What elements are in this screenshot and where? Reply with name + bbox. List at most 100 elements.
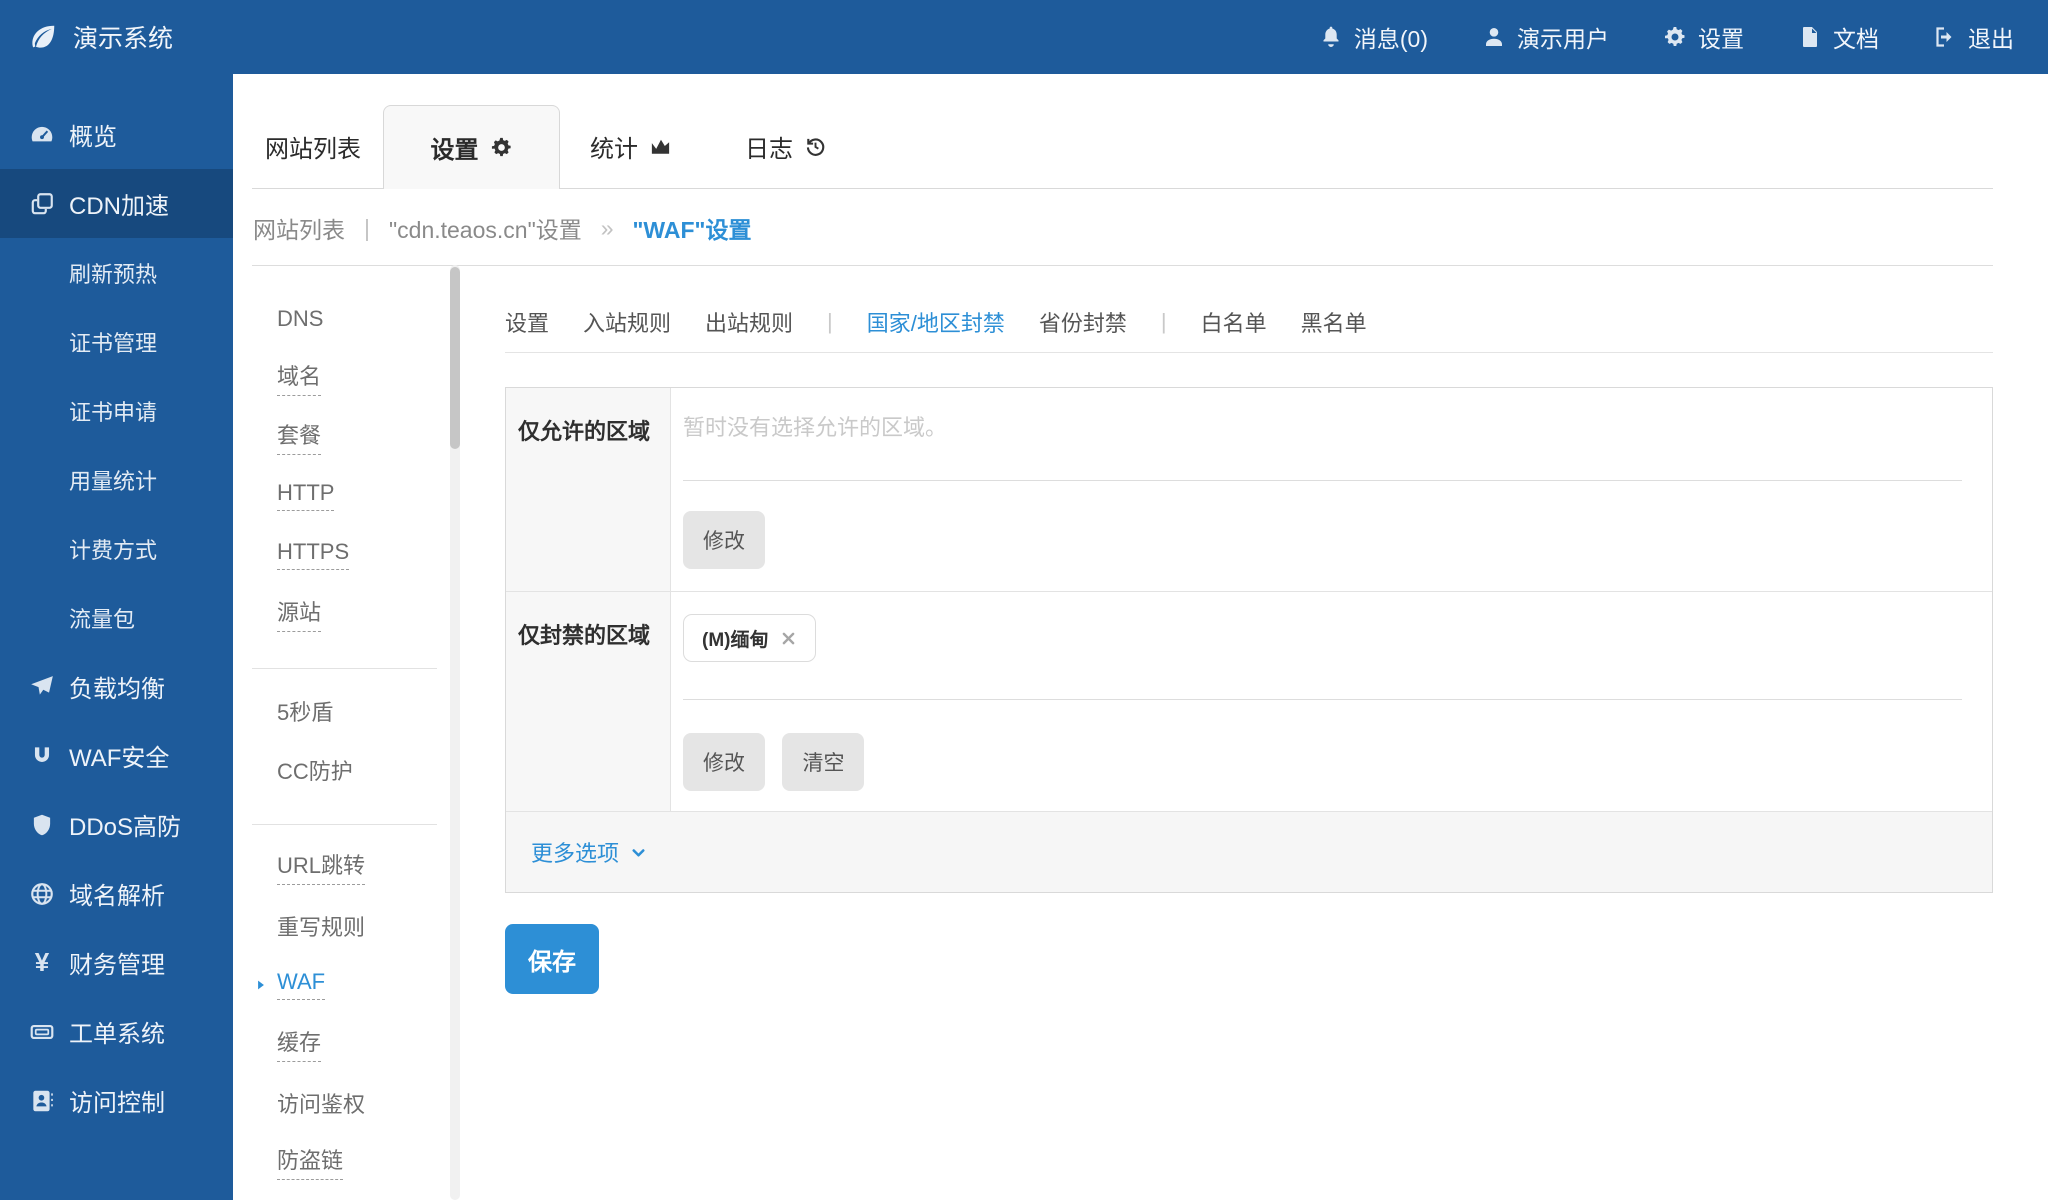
settings-nav: DNS 域名 套餐 HTTP HTTPS 源站 5秒盾 CC防护 URL跳转 重…	[252, 289, 437, 1191]
logout-label: 退出	[1968, 20, 2014, 54]
allowed-regions-row: 仅允许的区域 暂时没有选择允许的区域。 修改	[506, 388, 1992, 591]
nav-label: CC防护	[277, 754, 353, 786]
rule-tab-outbound[interactable]: 出站规则	[705, 306, 793, 338]
rule-tabs-divider	[505, 352, 1993, 353]
user-menu-item[interactable]: 演示用户	[1482, 20, 1609, 54]
sidebar-label: DDoS高防	[69, 807, 181, 842]
sidebar-subitem-cert-manage[interactable]: 证书管理	[0, 307, 233, 376]
nav-group-divider	[252, 824, 437, 825]
settings-nav-dns[interactable]: DNS	[252, 289, 437, 348]
sidebar-item-dns[interactable]: 域名解析	[0, 859, 233, 928]
settings-label: 设置	[1698, 20, 1744, 54]
tab-stats[interactable]: 统计	[590, 105, 672, 188]
settings-nav-https[interactable]: HTTPS	[252, 525, 437, 584]
rule-tab-settings[interactable]: 设置	[505, 306, 549, 338]
sidebar-item-ddos[interactable]: DDoS高防	[0, 790, 233, 859]
user-icon	[1482, 25, 1506, 49]
sidebar-item-finance[interactable]: ¥ 财务管理	[0, 928, 233, 997]
gear-icon	[490, 136, 513, 159]
scrollbar-thumb[interactable]	[450, 267, 460, 449]
waf-rule-tabs: 设置 入站规则 出站规则 | 国家/地区封禁 省份封禁 | 白名单 黑名单	[505, 302, 1993, 342]
nav-label: 访问鉴权	[277, 1087, 365, 1119]
nav-label: 域名	[277, 359, 321, 396]
yen-icon: ¥	[35, 947, 49, 978]
dashboard-icon	[29, 122, 55, 148]
sidebar-subitem-billing[interactable]: 计费方式	[0, 514, 233, 583]
sidebar-subitem-traffic-pack[interactable]: 流量包	[0, 583, 233, 652]
breadcrumb-divider	[252, 265, 1993, 266]
nav-label: 套餐	[277, 418, 321, 455]
settings-nav-5s-shield[interactable]: 5秒盾	[252, 681, 437, 740]
messages-menu-item[interactable]: 消息(0)	[1319, 20, 1428, 54]
rule-tab-whitelist[interactable]: 白名单	[1201, 306, 1267, 338]
remove-tag-icon[interactable]	[780, 630, 797, 647]
screen: 演示系统 消息(0) 演示用户 设置 文档 退出	[0, 0, 2048, 1200]
sidebar-label: 负载均衡	[69, 669, 165, 704]
settings-nav-url-redirect[interactable]: URL跳转	[252, 837, 437, 896]
docs-menu-item[interactable]: 文档	[1798, 20, 1879, 54]
rule-tab-blacklist[interactable]: 黑名单	[1301, 306, 1367, 338]
brand-title: 演示系统	[73, 19, 173, 55]
paper-plane-icon	[29, 674, 55, 700]
settings-menu-item[interactable]: 设置	[1663, 20, 1744, 54]
rule-tab-country-block[interactable]: 国家/地区封禁	[867, 306, 1005, 338]
tab-logs[interactable]: 日志	[745, 105, 827, 188]
sidebar-item-waf[interactable]: WAF安全	[0, 721, 233, 790]
sidebar-label: 访问控制	[69, 1083, 165, 1118]
waf-content: 设置 入站规则 出站规则 | 国家/地区封禁 省份封禁 | 白名单 黑名单 仅允…	[505, 289, 1993, 994]
save-button[interactable]: 保存	[505, 924, 599, 994]
leaf-icon	[28, 22, 58, 52]
sidebar-subitem-refresh[interactable]: 刷新预热	[0, 238, 233, 307]
chevron-down-icon	[629, 843, 648, 862]
blocked-modify-button[interactable]: 修改	[683, 733, 765, 791]
blocked-regions-value: (M)缅甸 修改 清空	[671, 592, 1992, 811]
tab-label: 网站列表	[265, 129, 361, 164]
breadcrumb-site-list[interactable]: 网站列表	[253, 211, 345, 245]
blocked-region-tags: (M)缅甸	[683, 614, 1962, 662]
settings-nav-cc[interactable]: CC防护	[252, 740, 437, 799]
settings-nav-origin[interactable]: 源站	[252, 584, 437, 643]
logout-icon	[1933, 25, 1957, 49]
settings-nav-domain[interactable]: 域名	[252, 348, 437, 407]
docs-label: 文档	[1833, 20, 1879, 54]
tab-settings[interactable]: 设置	[383, 105, 560, 189]
sidebar-label: WAF安全	[69, 738, 169, 773]
address-book-icon	[29, 1088, 55, 1114]
nav-label: HTTP	[277, 480, 334, 511]
breadcrumb-current-waf[interactable]: "WAF"设置	[633, 211, 752, 245]
settings-nav-waf[interactable]: WAF	[252, 955, 437, 1014]
sidebar-item-tickets[interactable]: 工单系统	[0, 997, 233, 1066]
more-options-row: 更多选项	[506, 811, 1992, 892]
rule-tab-inbound[interactable]: 入站规则	[583, 306, 671, 338]
brand-logo[interactable]: 演示系统	[28, 19, 173, 55]
settings-nav-cache[interactable]: 缓存	[252, 1014, 437, 1073]
settings-nav-plan[interactable]: 套餐	[252, 407, 437, 466]
nav-label: 源站	[277, 595, 321, 632]
allowed-regions-input-underline	[683, 480, 1962, 481]
settings-nav-hotlink[interactable]: 防盗链	[252, 1132, 437, 1191]
sidebar-item-access-control[interactable]: 访问控制	[0, 1066, 233, 1135]
sidebar-item-load-balance[interactable]: 负载均衡	[0, 652, 233, 721]
user-label: 演示用户	[1517, 20, 1609, 54]
scrollbar-track[interactable]	[450, 265, 460, 1200]
logout-menu-item[interactable]: 退出	[1933, 20, 2014, 54]
blocked-clear-button[interactable]: 清空	[782, 733, 864, 791]
blocked-regions-input-underline	[683, 699, 1962, 700]
settings-nav-auth[interactable]: 访问鉴权	[252, 1073, 437, 1132]
sidebar-subitem-cert-apply[interactable]: 证书申请	[0, 376, 233, 445]
breadcrumb-domain-settings[interactable]: "cdn.teaos.cn"设置	[389, 211, 582, 245]
navbar-menu: 消息(0) 演示用户 设置 文档 退出	[1319, 20, 2014, 54]
allowed-regions-label: 仅允许的区域	[506, 388, 671, 591]
settings-nav-http[interactable]: HTTP	[252, 466, 437, 525]
sidebar-subitem-usage[interactable]: 用量统计	[0, 445, 233, 514]
rule-tab-province-block[interactable]: 省份封禁	[1039, 306, 1127, 338]
blocked-region-tag-myanmar[interactable]: (M)缅甸	[683, 614, 816, 662]
settings-nav-rewrite[interactable]: 重写规则	[252, 896, 437, 955]
more-options-link[interactable]: 更多选项	[531, 836, 648, 868]
ticket-icon	[29, 1019, 55, 1045]
sidebar-item-cdn[interactable]: CDN加速	[0, 169, 233, 238]
blocked-regions-row: 仅封禁的区域 (M)缅甸 修改 清空	[506, 591, 1992, 811]
allowed-modify-button[interactable]: 修改	[683, 511, 765, 569]
tab-site-list[interactable]: 网站列表	[265, 105, 361, 188]
sidebar-item-overview[interactable]: 概览	[0, 100, 233, 169]
